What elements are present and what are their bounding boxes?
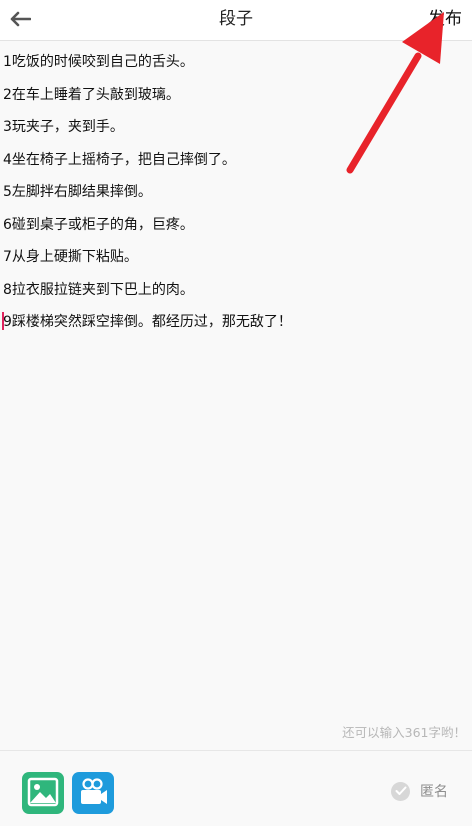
add-video-button[interactable]: [72, 772, 114, 814]
anonymous-label: 匿名: [420, 784, 448, 800]
text-line: 7从身上硬撕下粘贴。: [3, 249, 138, 265]
image-icon: [27, 777, 59, 807]
text-line: 9踩楼梯突然踩空摔倒。都经历过，那无敌了！: [3, 314, 292, 330]
text-cursor: [2, 312, 4, 330]
check-icon: [391, 781, 410, 801]
text-line: 8拉衣服拉链夹到下巴上的肉。: [3, 281, 194, 298]
bottom-toolbar: 匿名: [0, 750, 472, 826]
char-counter: 还可以输入361字哟！: [342, 725, 466, 740]
red-arrow-annotation: [346, 12, 444, 174]
text-line: 6碰到桌子或柜子的角，巨疼。: [3, 216, 194, 233]
anonymous-toggle[interactable]: 匿名: [391, 781, 448, 801]
add-image-button[interactable]: [22, 772, 64, 814]
video-camera-icon: [81, 778, 107, 804]
text-line: 5左脚拌右脚结果摔倒。: [3, 184, 152, 200]
